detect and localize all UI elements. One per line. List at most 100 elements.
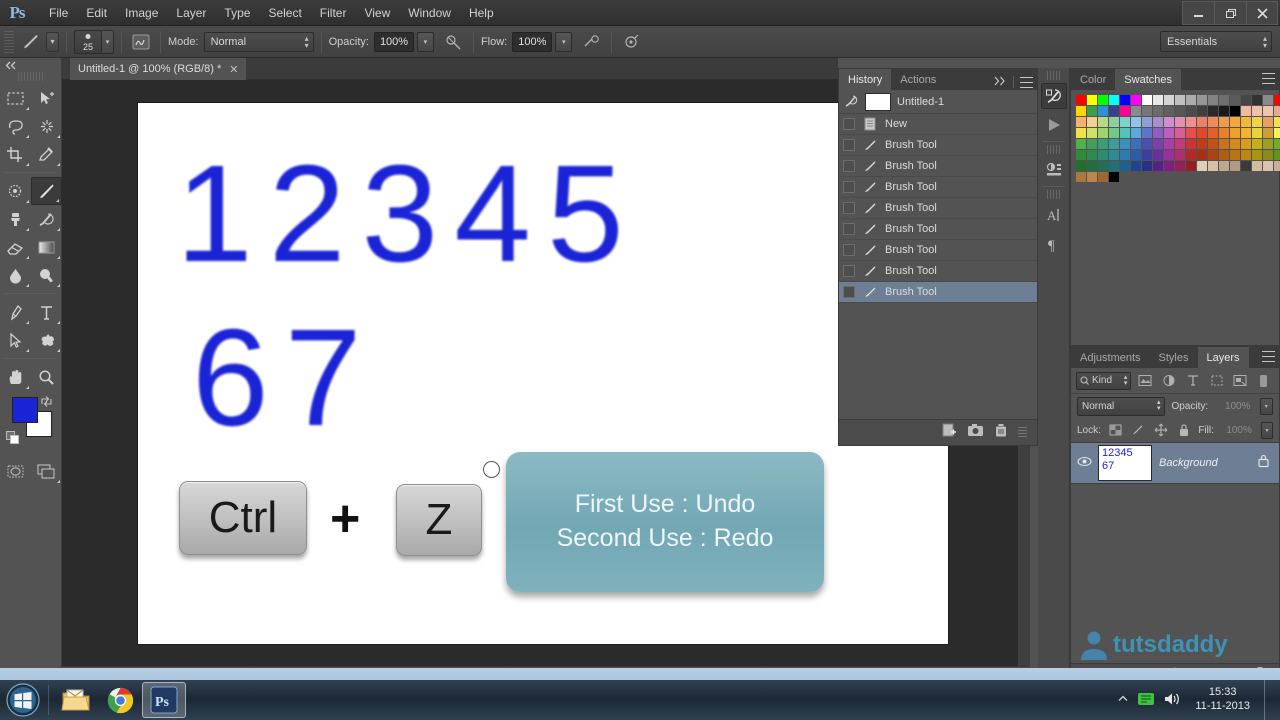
color-swatch[interactable]	[1131, 95, 1141, 105]
color-swatch[interactable]	[1164, 128, 1174, 138]
panel-resize-grip[interactable]	[1018, 426, 1027, 439]
history-brush-source-icon[interactable]	[843, 95, 859, 108]
color-swatch[interactable]	[1087, 139, 1097, 149]
screen-mode-icon[interactable]	[31, 457, 62, 485]
restore-button[interactable]	[1214, 1, 1246, 25]
default-colors-icon[interactable]	[6, 431, 20, 450]
color-swatch[interactable]	[1087, 106, 1097, 116]
color-swatch[interactable]	[1109, 128, 1119, 138]
zoom-tool[interactable]	[31, 363, 62, 391]
layer-fill-value[interactable]: 100%	[1220, 422, 1252, 439]
color-swatch[interactable]	[1241, 139, 1251, 149]
brush-size-dropdown-arrow[interactable]: ▾	[102, 29, 114, 54]
history-brush-toggle[interactable]	[843, 286, 855, 298]
panel-menu-icon[interactable]	[1262, 73, 1275, 84]
color-swatch[interactable]	[1109, 117, 1119, 127]
history-state-row[interactable]: Brush Tool	[839, 156, 1037, 177]
color-swatch[interactable]	[1076, 128, 1086, 138]
color-swatch[interactable]	[1164, 95, 1174, 105]
color-swatch[interactable]	[1241, 95, 1251, 105]
color-swatch[interactable]	[1274, 128, 1280, 138]
color-swatch[interactable]	[1186, 95, 1196, 105]
color-swatch[interactable]	[1142, 95, 1152, 105]
color-swatch[interactable]	[1076, 106, 1086, 116]
history-state-row[interactable]: Brush Tool	[839, 135, 1037, 156]
color-swatch[interactable]	[1230, 117, 1240, 127]
color-swatch[interactable]	[1252, 150, 1262, 160]
filter-smart-object-icon[interactable]	[1230, 371, 1250, 391]
panel-menu-icon[interactable]	[1262, 351, 1275, 362]
color-swatch[interactable]	[1087, 128, 1097, 138]
history-snapshot-row[interactable]: Untitled-1	[839, 90, 1037, 114]
adjustments-dock-icon[interactable]	[1041, 157, 1067, 183]
color-swatch[interactable]	[1219, 95, 1229, 105]
photoshop-taskbar-button[interactable]: Ps	[142, 682, 186, 718]
foreground-color-swatch[interactable]	[12, 397, 38, 423]
color-swatch[interactable]	[1252, 161, 1262, 171]
pen-tool[interactable]	[0, 298, 31, 326]
color-swatch[interactable]	[1153, 95, 1163, 105]
color-swatch[interactable]	[1098, 172, 1108, 182]
tab-swatches[interactable]: Swatches	[1115, 69, 1181, 90]
color-swatch[interactable]	[1197, 139, 1207, 149]
color-swatch[interactable]	[1109, 161, 1119, 171]
lasso-tool[interactable]	[0, 112, 31, 140]
history-state-row[interactable]: Brush Tool	[839, 219, 1037, 240]
actions-dock-icon[interactable]	[1041, 112, 1067, 138]
color-swatch[interactable]	[1142, 139, 1152, 149]
color-swatch[interactable]	[1274, 139, 1280, 149]
history-brush-toggle[interactable]	[843, 202, 855, 214]
filter-type-icon[interactable]	[1183, 371, 1203, 391]
color-swatch[interactable]	[1197, 161, 1207, 171]
chevron-up-icon[interactable]	[1117, 694, 1129, 706]
quick-mask-icon[interactable]	[0, 457, 31, 485]
layer-opacity-dropdown-arrow[interactable]: ▾	[1259, 397, 1273, 415]
color-swatch[interactable]	[1230, 139, 1240, 149]
color-swatch[interactable]	[1175, 106, 1185, 116]
gradient-tool[interactable]	[31, 233, 62, 261]
color-swatch[interactable]	[1274, 150, 1280, 160]
color-swatch[interactable]	[1230, 150, 1240, 160]
menu-layer[interactable]: Layer	[167, 2, 215, 24]
color-swatch[interactable]	[1153, 150, 1163, 160]
menu-type[interactable]: Type	[215, 2, 259, 24]
magic-wand-tool[interactable]	[31, 112, 62, 140]
color-swatch[interactable]	[1153, 106, 1163, 116]
color-swatch[interactable]	[1186, 106, 1196, 116]
blur-tool[interactable]	[0, 261, 31, 289]
color-swatch[interactable]	[1208, 161, 1218, 171]
color-swatch[interactable]	[1087, 150, 1097, 160]
color-swatch[interactable]	[1208, 106, 1218, 116]
tools-panel-grip[interactable]	[18, 72, 43, 81]
history-brush-toggle[interactable]	[843, 223, 855, 235]
panel-menu-icon[interactable]	[1020, 76, 1033, 88]
color-swatch[interactable]	[1175, 128, 1185, 138]
color-swatch[interactable]	[1164, 106, 1174, 116]
history-dock-icon[interactable]	[1041, 83, 1067, 109]
color-swatch[interactable]	[1076, 117, 1086, 127]
color-swatch[interactable]	[1252, 128, 1262, 138]
color-swatch[interactable]	[1263, 95, 1273, 105]
menu-select[interactable]: Select	[259, 2, 310, 24]
flow-input[interactable]: 100%	[512, 31, 553, 52]
color-swatch[interactable]	[1252, 95, 1262, 105]
path-selection-tool[interactable]	[0, 326, 31, 354]
menu-edit[interactable]: Edit	[77, 2, 116, 24]
color-swatch[interactable]	[1142, 161, 1152, 171]
swatch-grid[interactable]	[1071, 90, 1280, 182]
color-swatch[interactable]	[1153, 161, 1163, 171]
color-swatch[interactable]	[1175, 161, 1185, 171]
color-swatch[interactable]	[1153, 139, 1163, 149]
history-brush-tool[interactable]	[31, 205, 62, 233]
filter-pixel-icon[interactable]	[1135, 371, 1155, 391]
history-brush-toggle[interactable]	[843, 244, 855, 256]
color-swatch[interactable]	[1142, 117, 1152, 127]
color-swatch[interactable]	[1142, 106, 1152, 116]
filter-toggle-icon[interactable]	[1254, 371, 1274, 391]
color-swatch[interactable]	[1263, 161, 1273, 171]
delete-state-button[interactable]	[994, 423, 1008, 443]
color-swatch[interactable]	[1120, 128, 1130, 138]
color-swatch[interactable]	[1197, 95, 1207, 105]
color-swatch[interactable]	[1274, 106, 1280, 116]
color-swatch[interactable]	[1219, 117, 1229, 127]
